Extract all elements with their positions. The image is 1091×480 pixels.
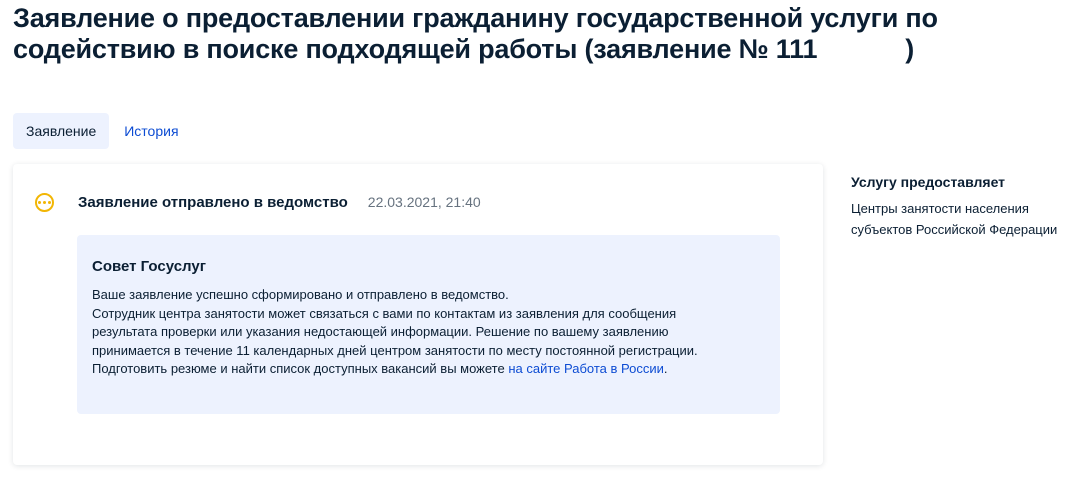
page-title-line-2: содействию в поиске подходящей работы (з… bbox=[13, 34, 1013, 65]
advice-title: Совет Госуслуг bbox=[92, 258, 206, 275]
page-title: Заявление о предоставлении гражданину го… bbox=[13, 3, 1013, 65]
more-dots-icon bbox=[35, 193, 54, 212]
page: Заявление о предоставлении гражданину го… bbox=[0, 0, 1091, 480]
dot bbox=[48, 201, 51, 204]
tabs: Заявление История bbox=[13, 113, 192, 149]
status-datetime: 22.03.2021, 21:40 bbox=[367, 194, 481, 210]
rabota-v-rossii-link[interactable]: на сайте Работа в России bbox=[508, 361, 664, 376]
status-text: Заявление отправлено в ведомство bbox=[78, 194, 348, 211]
tab-history[interactable]: История bbox=[111, 113, 191, 149]
advice-panel: Совет Госуслуг Ваше заявление успешно сф… bbox=[77, 235, 780, 414]
redacted-application-number bbox=[817, 39, 906, 61]
service-provider-name: Центры занятости населения субъектов Рос… bbox=[851, 198, 1091, 240]
tab-application[interactable]: Заявление bbox=[13, 113, 110, 149]
service-provider-line-2: субъектов Российской Федерации bbox=[851, 222, 1058, 237]
advice-line: результата проверки или указания недоста… bbox=[92, 324, 669, 339]
advice-last-line-prefix: Подготовить резюме и найти список доступ… bbox=[92, 361, 509, 376]
dot bbox=[43, 201, 46, 204]
dot bbox=[38, 201, 41, 204]
page-title-close-paren: ) bbox=[905, 34, 915, 64]
page-title-line-1: Заявление о предоставлении гражданину го… bbox=[13, 3, 938, 33]
advice-line: Сотрудник центра занятости может связать… bbox=[92, 305, 677, 321]
advice-body: Ваше заявление успешно сформировано и от… bbox=[92, 286, 765, 379]
status-row: Заявление отправлено в ведомство 22.03.2… bbox=[78, 194, 481, 211]
service-provider-line-1: Центры занятости населения bbox=[851, 201, 1029, 216]
advice-line: Ваше заявление успешно сформировано и от… bbox=[92, 287, 509, 302]
service-provider-panel: Услугу предоставляет Центры занятости на… bbox=[851, 174, 1091, 240]
page-title-line-2-text: содействию в поиске подходящей работы (з… bbox=[13, 34, 818, 64]
advice-line: принимается в течение 11 календарных дне… bbox=[92, 342, 698, 358]
status-card: Заявление отправлено в ведомство 22.03.2… bbox=[13, 164, 823, 465]
advice-line-last: Подготовить резюме и найти список доступ… bbox=[92, 360, 765, 379]
service-provider-title: Услугу предоставляет bbox=[851, 174, 1006, 190]
advice-last-line-suffix: . bbox=[663, 361, 668, 376]
